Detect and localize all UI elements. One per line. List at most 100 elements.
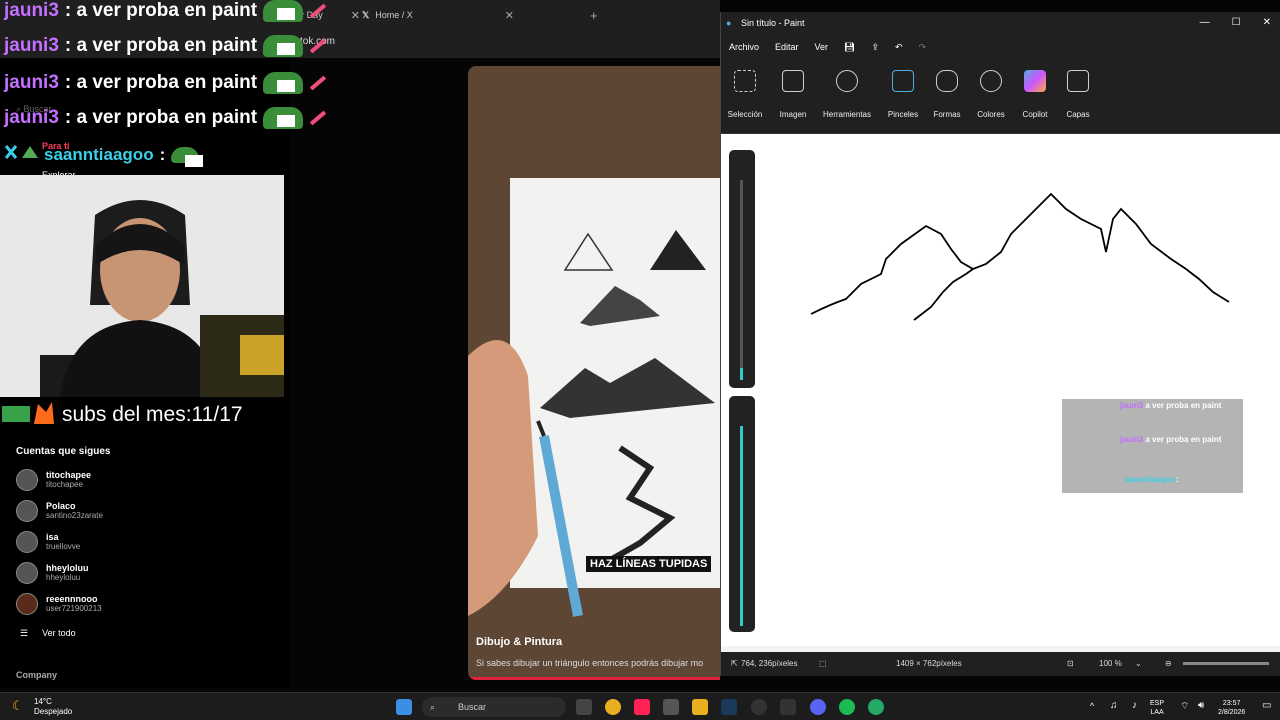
language-indicator[interactable]: ESP LAA [1150, 699, 1164, 717]
volume-icon[interactable]: 🔊︎ [1198, 700, 1204, 711]
folder-icon[interactable] [692, 699, 708, 715]
zoom-level[interactable]: 100 % [1099, 659, 1122, 668]
subs-counter: subs del mes:11/17 [62, 403, 243, 426]
paint-logo-icon: ● [726, 18, 732, 28]
chrome-icon[interactable] [605, 699, 621, 715]
tool-capas[interactable]: Capas [1052, 66, 1104, 119]
opacity-slider[interactable] [729, 396, 755, 632]
mic-icon[interactable]: ♪ [1132, 700, 1137, 711]
account-handle: hheyloluu [46, 573, 81, 582]
brave-icon[interactable] [634, 699, 650, 715]
followed-account[interactable]: hheyloluu hheyloluu [16, 560, 89, 586]
money-icon [0, 400, 56, 426]
tool-seleccion[interactable]: Selección [719, 66, 771, 119]
tool-label: Herramientas [822, 110, 871, 119]
notification-icon[interactable]: ▭ [1262, 700, 1271, 711]
fit-icon[interactable]: ⊡ [1067, 659, 1074, 668]
minimize-icon[interactable]: — [1200, 12, 1210, 34]
menu-archivo[interactable]: Archivo [729, 42, 759, 52]
tool-imagen[interactable]: Imagen [767, 66, 819, 119]
account-name: isa [46, 532, 59, 542]
tool-label: Capas [1066, 110, 1090, 119]
close-icon[interactable]: ✕ [1263, 12, 1271, 34]
discord-icon[interactable] [810, 699, 826, 715]
following-title: Cuentas que sigues [16, 446, 111, 457]
video-player[interactable]: HAZ LÍNEAS TUPIDAS Dibujo & Pintura Si s… [468, 66, 720, 680]
paint-canvas[interactable]: jauni3 a ver proba en paint jauni3 a ver… [721, 134, 1280, 646]
paint-menubar: Archivo Editar Ver 💾︎ ⇪ ↶ ↷ [721, 34, 1280, 60]
account-name: Polaco [46, 501, 76, 511]
video-progress-bar[interactable] [468, 677, 720, 680]
redo-icon[interactable]: ↷ [919, 42, 927, 53]
shapes-icon [936, 70, 958, 92]
pencil-icon [309, 75, 327, 91]
account-handle: truellovve [46, 542, 81, 551]
chat-message: jauni3 : a ver proba en paint [4, 107, 327, 129]
avatar [16, 500, 38, 522]
mountain-drawing [810, 192, 1230, 321]
close-icon[interactable]: ✕ [505, 9, 514, 22]
steam-icon[interactable] [721, 699, 737, 715]
popup-user: jauni3 [1120, 401, 1144, 410]
tool-herramientas[interactable]: Herramientas [821, 66, 873, 119]
undo-icon[interactable]: ↶ [895, 42, 903, 53]
chat-text: : a ver proba en paint [64, 72, 258, 93]
clock[interactable]: 23:57 2/8/2026 [1218, 699, 1245, 717]
spotify-icon[interactable] [839, 699, 855, 715]
store-icon[interactable] [663, 699, 679, 715]
zoom-out-icon[interactable]: ⊖ [1165, 659, 1172, 668]
tool-label: Imagen [779, 110, 807, 119]
copilot-icon [1024, 70, 1046, 92]
tools-icon [836, 70, 858, 92]
tab-label: Home / X [375, 10, 413, 20]
zoom-slider[interactable] [1183, 662, 1269, 665]
slider-track [740, 180, 743, 380]
paint-status-bar: ⇱ 764, 236píxeles ⬚ 1409 × 762píxeles ⊡ … [721, 652, 1280, 676]
popup-text: a ver proba en paint [1145, 435, 1222, 444]
share-icon[interactable]: ⇪ [871, 42, 879, 53]
paint-taskbar-icon[interactable] [868, 699, 884, 715]
taskbar-search-label: Buscar [458, 702, 487, 712]
chat-popup: jauni3 a ver proba en paint jauni3 a ver… [1062, 399, 1243, 493]
maximize-icon[interactable]: ☐ [1232, 12, 1241, 34]
hand-image [468, 340, 583, 617]
brush-size-slider[interactable] [729, 150, 755, 388]
chevron-up-icon[interactable]: ^ [1090, 701, 1094, 711]
chat-username: saanntiaagoo [44, 145, 154, 164]
save-icon[interactable]: 💾︎ [844, 42, 855, 53]
menu-editar[interactable]: Editar [775, 42, 799, 52]
task-view-icon[interactable] [576, 699, 592, 715]
windows-start-icon[interactable] [396, 699, 412, 715]
weather-widget[interactable]: 14°C Despejado [34, 697, 72, 717]
lang-code: ESP [1150, 700, 1165, 707]
followed-account[interactable]: titochapee titochapee [16, 467, 91, 493]
temperature: 14°C [34, 697, 52, 706]
video-title: Dibujo & Pintura [476, 636, 563, 648]
account-handle: user721900213 [46, 604, 102, 613]
new-tab-icon[interactable]: + [590, 8, 598, 23]
taskbar-search[interactable]: ⌕ Buscar [422, 697, 566, 717]
wifi-icon[interactable]: ⌔ [1180, 700, 1189, 713]
followed-account[interactable]: isa truellovve [16, 529, 80, 555]
pepe-emote-icon [263, 35, 304, 57]
headset-icon[interactable]: ♫ [1110, 700, 1118, 711]
video-description: Si sabes dibujar un triángulo entonces p… [476, 658, 704, 668]
account-name: reeennnooo [46, 594, 98, 604]
popup-text: a ver proba en paint [1145, 401, 1222, 410]
popup-text: : [1175, 475, 1179, 484]
followed-account[interactable]: reeennnooo user721900213 [16, 591, 102, 617]
company-label: Company [16, 670, 58, 680]
tool-label: Selección [727, 110, 763, 119]
see-all-link[interactable]: ☰ Ver todo [20, 628, 76, 639]
menu-ver[interactable]: Ver [815, 42, 829, 52]
chat-text: : [159, 145, 166, 164]
followed-account[interactable]: Polaco santino23zarate [16, 498, 103, 524]
close-icon[interactable]: ✕ [351, 9, 360, 22]
app-icon[interactable] [780, 699, 796, 715]
weather-condition: Despejado [34, 707, 73, 716]
browser-tab[interactable]: 𝕏 Home / X ✕ + [362, 4, 598, 26]
address-bar[interactable]: tiktok.com [280, 32, 710, 52]
chevron-down-icon[interactable]: ⌄ [1135, 659, 1142, 668]
app-icon[interactable] [751, 699, 767, 715]
pencil-icon [309, 3, 327, 19]
